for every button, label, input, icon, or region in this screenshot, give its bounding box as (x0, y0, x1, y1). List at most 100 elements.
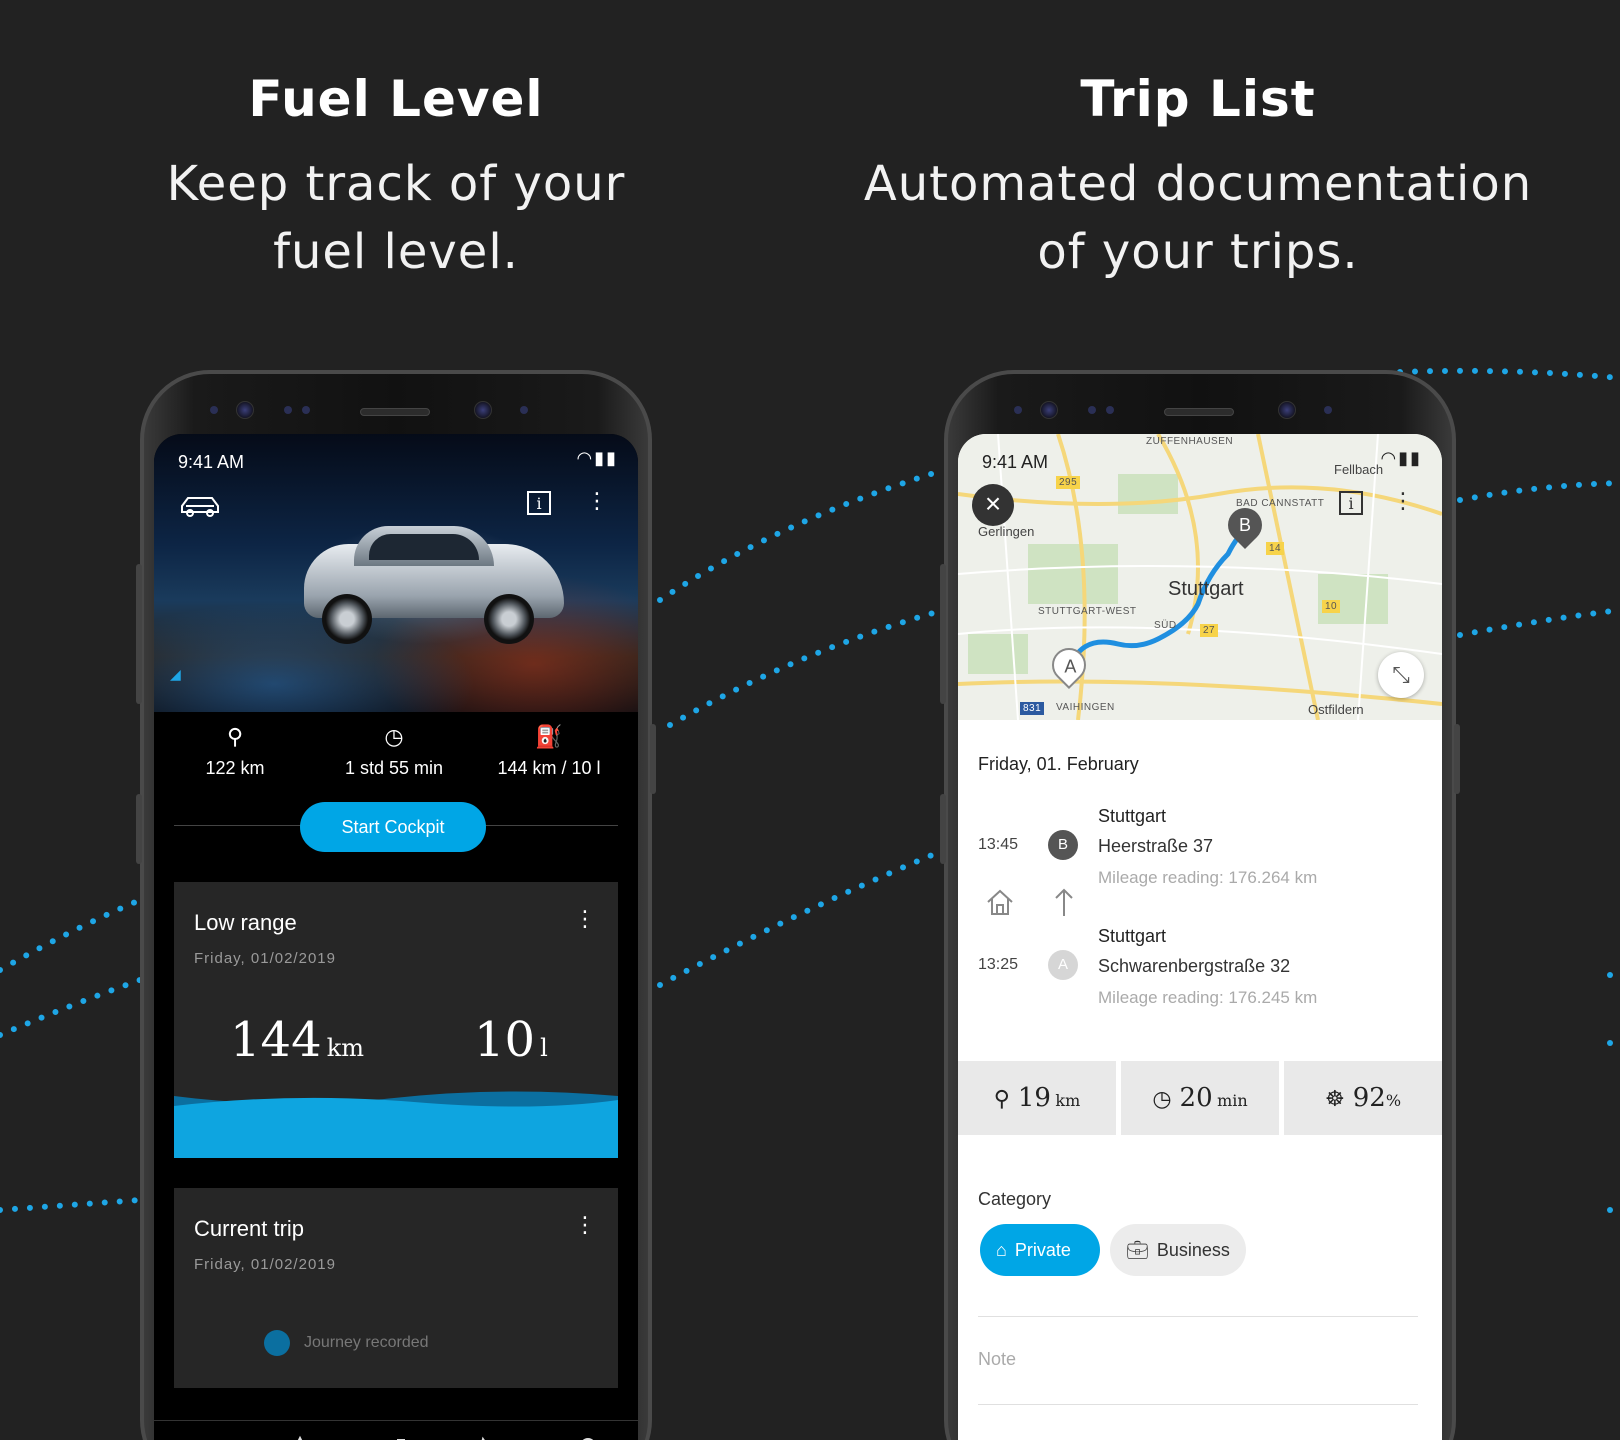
map-label-fellbach: Fellbach (1334, 462, 1384, 477)
wifi-icon: ◠ (1380, 448, 1399, 468)
map-pin-b[interactable]: B (1220, 500, 1270, 550)
stat-time: ◷ 1 std 55 min (324, 724, 464, 779)
start-cockpit-button[interactable]: Start Cockpit (300, 802, 486, 852)
close-icon[interactable]: × (972, 484, 1014, 526)
origin-marker: A (1048, 950, 1078, 980)
trip-map[interactable]: ZUFFENHAUSEN Gerlingen Fellbach BAD CANN… (958, 434, 1442, 720)
wifi-icon: ◠ (576, 448, 595, 468)
trip-list-subtitle-line2: of your trips. (1037, 224, 1359, 280)
front-camera (236, 401, 254, 419)
phone-fuel-level: 9:41 AM ◠▮▮ i ⋮ ◢ ⚲ 122 km ◷ 1 std 55 mi… (136, 370, 656, 1440)
info-icon[interactable]: i (526, 490, 552, 522)
origin-street: Schwarenbergstraße 32 (1098, 956, 1291, 976)
info-icon[interactable]: i (1338, 490, 1364, 522)
metric-distance: ⚲ 19 km (958, 1061, 1116, 1135)
road-sign-27: 27 (1200, 624, 1219, 637)
card-more-icon[interactable]: ⋮ (574, 1212, 596, 1238)
clock-icon: ◷ (1152, 1086, 1172, 1111)
trip-date: Friday, 01. February (978, 754, 1139, 774)
map-label-vaihingen: VAIHINGEN (1056, 702, 1115, 713)
metric-eco-score: ☸ 92% (1284, 1061, 1442, 1135)
power-button (1454, 724, 1460, 794)
map-label-stuttgart: Stuttgart (1168, 578, 1244, 600)
expand-map-icon[interactable]: ⤡ (1378, 652, 1424, 698)
iris-camera (474, 401, 492, 419)
map-label-ostfildern: Ostfildern (1308, 702, 1364, 717)
earpiece-speaker (1164, 408, 1234, 416)
nav-stats-icon[interactable] (366, 1435, 426, 1440)
arrow-up-icon (1052, 886, 1076, 925)
low-range-date: Friday, 01/02/2019 (194, 950, 336, 967)
battery-icon: ▮ (606, 448, 618, 468)
road-sign-831: 831 (1020, 702, 1045, 715)
metric-duration-value: 20 (1179, 1083, 1213, 1113)
nav-navigate-icon[interactable] (270, 1435, 330, 1440)
more-vertical-icon[interactable]: ⋮ (1392, 488, 1414, 514)
stat-time-value: 1 std 55 min (344, 758, 444, 778)
origin-mileage: Mileage reading: 176.245 km (1098, 988, 1318, 1007)
origin-time: 13:25 (978, 956, 1019, 973)
status-time: 9:41 AM (178, 452, 245, 472)
road-sign-14: 14 (1266, 542, 1285, 555)
trip-screen: ZUFFENHAUSEN Gerlingen Fellbach BAD CANN… (958, 434, 1442, 1440)
fuel-level-subtitle-line1: Keep track of your (166, 156, 626, 212)
journey-text: Journey recorded (304, 1334, 429, 1352)
sensor (210, 406, 218, 414)
stat-fuel: ⛽ 144 km / 10 l (474, 724, 624, 779)
category-private-chip[interactable]: ⌂ Private (980, 1224, 1100, 1276)
range-readout: 144 km (230, 1012, 364, 1068)
power-button (650, 724, 656, 794)
sensor (1014, 406, 1022, 414)
current-trip-title: Current trip (194, 1216, 305, 1241)
volume-button (940, 564, 946, 704)
status-icons: ◠▮▮ (1380, 448, 1422, 469)
home-icon: ⌂ (996, 1240, 1007, 1260)
side-button (940, 794, 946, 864)
range-pin-icon: ⚲ (226, 724, 244, 749)
svg-text:i: i (536, 494, 541, 513)
stat-fuel-value: 144 km / 10 l (497, 758, 601, 778)
note-field[interactable]: Note (978, 1349, 1016, 1370)
divider (978, 1316, 1418, 1317)
nav-profile-icon[interactable] (558, 1435, 618, 1440)
low-range-card[interactable]: Low range Friday, 01/02/2019 ⋮ 144 km 10… (174, 882, 618, 1158)
sensor (520, 406, 528, 414)
more-vertical-icon[interactable]: ⋮ (586, 488, 608, 514)
fuel-level-wave (174, 1091, 618, 1158)
briefcase-icon: 💼︎ (1126, 1240, 1149, 1260)
trip-list-title: Trip List (1080, 70, 1316, 128)
fuel-value: 10 (474, 1012, 536, 1068)
range-value: 144 (230, 1012, 322, 1068)
car-hero-image: 9:41 AM ◠▮▮ i ⋮ ◢ (154, 434, 638, 712)
fuel-level-headline: Fuel Level Keep track of your fuel level… (46, 70, 746, 286)
destination-street: Heerstraße 37 (1098, 836, 1214, 856)
trip-list-headline: Trip List Automated documentation of you… (848, 70, 1548, 286)
fuel-unit: l (540, 1034, 548, 1062)
nav-car-icon[interactable] (174, 1435, 234, 1440)
status-icons: ◠▮▮ (576, 448, 618, 469)
current-trip-card[interactable]: Current trip Friday, 01/02/2019 ⋮ Journe… (174, 1188, 618, 1388)
metric-distance-unit: km (1055, 1091, 1081, 1110)
category-business-chip[interactable]: 💼︎ Business (1110, 1224, 1246, 1276)
destination-time: 13:45 (978, 836, 1019, 853)
road-sign-295: 295 (1056, 476, 1081, 489)
clock-icon: ◷ (384, 724, 404, 749)
car-select-icon[interactable] (178, 490, 222, 526)
home-icon (984, 886, 1016, 925)
range-unit: km (326, 1034, 365, 1062)
signal-icon: ▮ (594, 448, 607, 468)
trip-list-subtitle-line1: Automated documentation (863, 156, 1533, 212)
origin-city: Stuttgart (1098, 926, 1167, 946)
metric-eco-score-value: 92 (1352, 1083, 1386, 1113)
destination-mileage: Mileage reading: 176.264 km (1098, 868, 1318, 887)
card-more-icon[interactable]: ⋮ (574, 906, 596, 932)
car-image-wheel (484, 594, 534, 644)
trip-metrics: ⚲ 19 km ◷ 20 min ☸ 92% (958, 1061, 1442, 1135)
map-label-stuttgart-west: STUTTGART-WEST (1038, 606, 1137, 617)
nav-wrench-icon[interactable] (462, 1435, 522, 1440)
journey-status: Journey recorded (194, 1330, 429, 1356)
eco-score-icon: ☸ (1324, 1086, 1345, 1111)
metric-duration-unit: min (1217, 1091, 1248, 1110)
car-image-wheel (322, 594, 372, 644)
earpiece-speaker (360, 408, 430, 416)
